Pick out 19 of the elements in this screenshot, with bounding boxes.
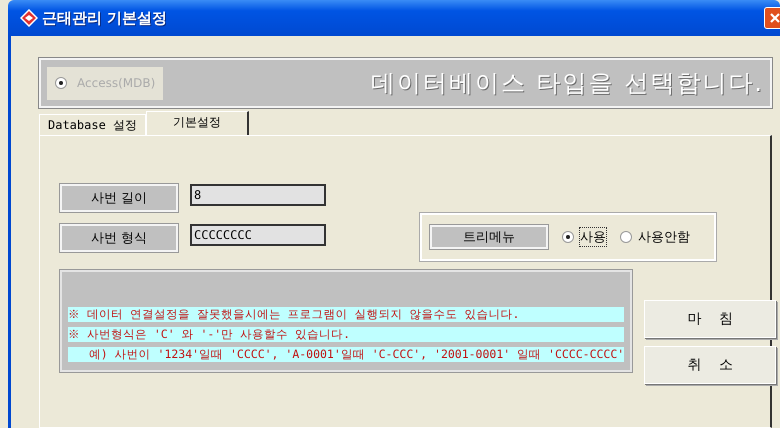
radio-option[interactable]: 사용안함 [620, 228, 690, 246]
dialog-button[interactable]: 마 침 [644, 300, 776, 338]
banner-caption: 데이터베이스 타입을 선택합니다. [370, 68, 764, 99]
radio-option[interactable]: 사용 [562, 228, 606, 246]
app-icon [20, 9, 38, 27]
close-icon [769, 12, 780, 24]
note-text: 예) 사번이 '1234'일때 'CCCC', 'A-0001'일때 'C-CCC', '2001-0001' 일때 'CCCC-CCCC' [68, 347, 624, 362]
tab[interactable]: Database 설정 [39, 114, 146, 135]
input-field[interactable]: CCCCCCCC [190, 224, 326, 246]
field-label: 사번 형식 [60, 224, 178, 252]
close-button[interactable] [764, 7, 780, 29]
field-label: 사번 길이 [60, 184, 178, 212]
tree-menu-label: 트리메뉴 [430, 225, 548, 249]
window-title: 근태관리 기본설정 [42, 8, 168, 28]
tab[interactable]: 기본설정 [146, 111, 250, 135]
input-field[interactable]: 8 [190, 184, 326, 206]
note-text: ※ 데이터 연결설정을 잘못했을시에는 프로그램이 실행되지 않을수도 있습니다. [68, 307, 624, 322]
note-text: ※ 사번형식은 'C' 와 '-'만 사용할수 있습니다. [68, 327, 624, 342]
dialog-button[interactable]: 취 소 [644, 346, 776, 384]
